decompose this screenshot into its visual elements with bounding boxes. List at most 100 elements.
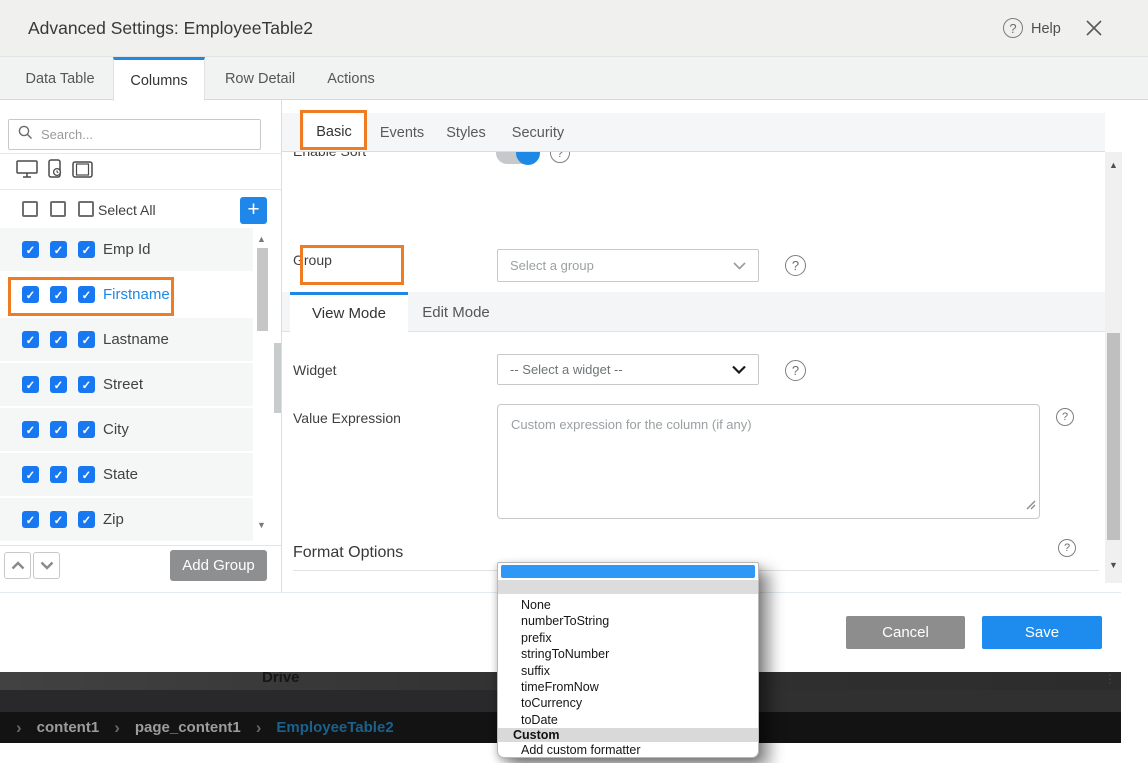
panel-scrollbar[interactable]: ▲ ▼ [1105, 152, 1122, 583]
format-option[interactable]: suffix [498, 663, 758, 679]
format-option[interactable]: toCurrency [498, 695, 758, 711]
column-visibility-checkbox[interactable]: ✓ [78, 286, 95, 303]
dropdown-selected-empty-option[interactable] [501, 565, 755, 578]
device-filter-row [0, 153, 281, 190]
search-icon [18, 125, 33, 145]
add-column-button[interactable]: + [240, 197, 267, 224]
tab-styles[interactable]: Styles [446, 113, 486, 152]
column-label: State [103, 453, 138, 496]
format-option[interactable]: numberToString [498, 613, 758, 629]
format-type-dropdown: NonenumberToStringprefixstringToNumbersu… [497, 562, 759, 758]
column-visibility-checkbox[interactable]: ✓ [50, 421, 67, 438]
tab-view-mode[interactable]: View Mode [290, 292, 408, 332]
column-visibility-checkbox[interactable]: ✓ [50, 331, 67, 348]
mobile-icon[interactable] [47, 159, 63, 184]
panel-scroll-down-icon[interactable]: ▼ [1109, 560, 1118, 570]
column-visibility-checkbox[interactable]: ✓ [78, 331, 95, 348]
column-visibility-checkbox[interactable]: ✓ [22, 511, 39, 528]
column-visibility-checkbox[interactable]: ✓ [22, 331, 39, 348]
add-group-button[interactable]: Add Group [170, 550, 267, 581]
breadcrumb-separator-icon: › [16, 719, 22, 736]
column-visibility-checkbox[interactable]: ✓ [50, 286, 67, 303]
list-scroll-down-icon[interactable]: ▼ [257, 520, 266, 530]
panel-scrollbar-thumb[interactable] [1107, 333, 1120, 540]
enable-sort-help-icon[interactable]: ? [550, 152, 570, 163]
breadcrumb-item[interactable]: content1 [37, 719, 100, 736]
breadcrumb-separator-icon: › [256, 719, 262, 736]
column-row[interactable]: ✓✓✓Lastname [0, 318, 253, 361]
select-all-desktop-checkbox[interactable] [22, 201, 38, 217]
format-option[interactable]: stringToNumber [498, 646, 758, 662]
column-visibility-checkbox[interactable]: ✓ [22, 241, 39, 258]
column-visibility-checkbox[interactable]: ✓ [50, 376, 67, 393]
tab-basic[interactable]: Basic [304, 113, 364, 151]
column-row[interactable]: ✓✓✓Emp Id [0, 228, 253, 271]
enable-sort-label: Enable Sort [293, 152, 366, 159]
format-option[interactable]: prefix [498, 630, 758, 646]
tab-row-detail[interactable]: Row Detail [210, 57, 310, 100]
move-column-down-button[interactable] [33, 552, 60, 579]
select-all-tablet-checkbox[interactable] [78, 201, 94, 217]
format-option-custom[interactable]: Add custom formatter [498, 742, 758, 758]
format-option[interactable]: toDate [498, 712, 758, 728]
widget-label: Widget [293, 362, 337, 378]
column-visibility-checkbox[interactable]: ✓ [50, 466, 67, 483]
desktop-icon[interactable] [16, 160, 38, 184]
resize-handle-icon[interactable] [1026, 497, 1036, 515]
column-row[interactable]: ✓✓✓City [0, 408, 253, 451]
select-all-mobile-checkbox[interactable] [50, 201, 66, 217]
column-visibility-checkbox[interactable]: ✓ [78, 241, 95, 258]
column-label: Firstname [103, 273, 170, 316]
save-button[interactable]: Save [982, 616, 1102, 649]
tab-columns[interactable]: Columns [113, 57, 205, 101]
group-help-icon[interactable]: ? [785, 255, 806, 276]
panel-content: Enable Sort ? Group Select a group ? Vie… [282, 152, 1105, 583]
value-expression-help-icon[interactable]: ? [1056, 408, 1074, 426]
format-option[interactable]: None [498, 597, 758, 613]
column-row[interactable]: ✓ ✓ ✓ Zip [0, 498, 253, 541]
close-icon[interactable] [1084, 18, 1104, 38]
column-visibility-checkbox[interactable]: ✓ [78, 511, 95, 528]
column-visibility-checkbox[interactable]: ✓ [78, 376, 95, 393]
tablet-icon[interactable] [72, 161, 93, 183]
column-visibility-checkbox[interactable]: ✓ [22, 466, 39, 483]
tab-edit-mode[interactable]: Edit Mode [422, 292, 490, 332]
format-options-help-icon[interactable]: ? [1058, 539, 1076, 557]
enable-sort-toggle[interactable] [496, 152, 540, 165]
widget-select[interactable]: -- Select a widget -- [497, 354, 759, 385]
column-visibility-checkbox[interactable]: ✓ [78, 421, 95, 438]
breadcrumb-item[interactable]: page_content1 [135, 719, 241, 736]
help-button[interactable]: Help [1031, 0, 1061, 57]
widget-help-icon[interactable]: ? [785, 360, 806, 381]
breadcrumb-item[interactable]: EmployeeTable2 [276, 719, 393, 736]
column-label: Zip [103, 498, 124, 541]
column-visibility-checkbox[interactable]: ✓ [22, 421, 39, 438]
panel-scroll-up-icon[interactable]: ▲ [1109, 160, 1118, 170]
column-row[interactable]: ✓ ✓ ✓ Firstname [0, 273, 253, 316]
column-label: Street [103, 363, 143, 406]
tab-data-table[interactable]: Data Table [8, 57, 112, 100]
list-scroll-up-icon[interactable]: ▲ [257, 234, 266, 244]
panel-tab-bar: Basic Events Styles Security [282, 113, 1105, 152]
tab-security[interactable]: Security [512, 113, 564, 152]
group-select[interactable]: Select a group [497, 249, 759, 282]
dialog-title: Advanced Settings: EmployeeTable2 [28, 0, 313, 57]
column-visibility-checkbox[interactable]: ✓ [22, 376, 39, 393]
search-input[interactable]: Search... [8, 119, 261, 150]
move-column-up-button[interactable] [4, 552, 31, 579]
column-visibility-checkbox[interactable]: ✓ [22, 286, 39, 303]
column-row[interactable]: ✓ ✓ ✓ State [0, 453, 253, 496]
value-expression-textarea[interactable]: Custom expression for the column (if any… [497, 404, 1040, 519]
column-visibility-checkbox[interactable]: ✓ [50, 511, 67, 528]
column-row[interactable]: ✓ ✓ ✓ Street [0, 363, 253, 406]
list-scrollbar-thumb[interactable] [257, 248, 268, 331]
value-expression-placeholder: Custom expression for the column (if any… [511, 417, 752, 432]
help-icon[interactable]: ? [1003, 18, 1023, 38]
select-all-label: Select All [98, 190, 156, 230]
column-visibility-checkbox[interactable]: ✓ [78, 466, 95, 483]
cancel-button[interactable]: Cancel [846, 616, 965, 649]
column-visibility-checkbox[interactable]: ✓ [50, 241, 67, 258]
tab-actions[interactable]: Actions [313, 57, 389, 100]
tab-events[interactable]: Events [380, 113, 424, 152]
format-option[interactable]: timeFromNow [498, 679, 758, 695]
